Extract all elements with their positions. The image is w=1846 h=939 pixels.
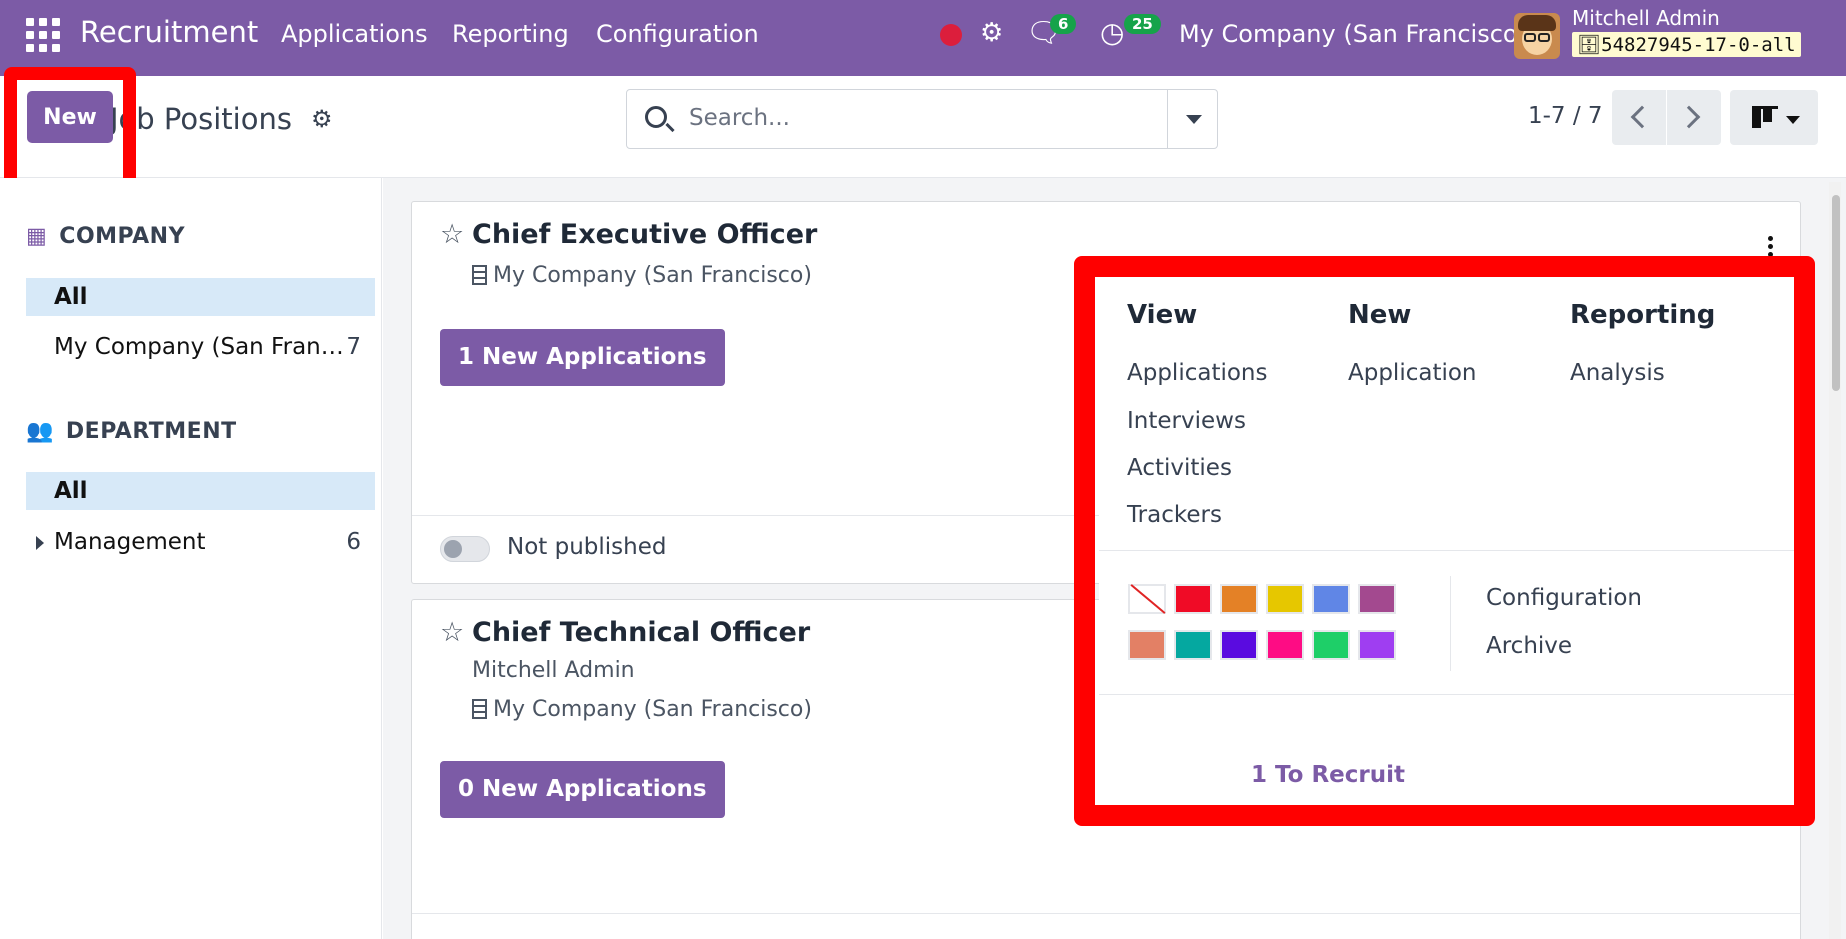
building-icon bbox=[472, 265, 487, 285]
menu-configuration[interactable]: Configuration bbox=[596, 20, 759, 48]
job-title[interactable]: Chief Executive Officer bbox=[472, 219, 817, 250]
activity-clock-icon[interactable]: ◷ bbox=[1100, 16, 1124, 49]
filter-label: All bbox=[54, 478, 88, 504]
gear-icon[interactable]: ⚙ bbox=[311, 105, 333, 133]
job-manager: Mitchell Admin bbox=[472, 658, 635, 683]
filter-department-management[interactable]: Management 6 bbox=[26, 523, 375, 561]
messages-badge: 6 bbox=[1050, 14, 1077, 34]
chevron-right-icon bbox=[1677, 105, 1701, 129]
pager-next-button[interactable] bbox=[1667, 90, 1721, 145]
user-name[interactable]: Mitchell Admin bbox=[1572, 6, 1720, 30]
company-heading: ▦ COMPANY bbox=[26, 224, 186, 249]
caret-right-icon[interactable] bbox=[36, 536, 44, 550]
filter-company-all[interactable]: All bbox=[26, 278, 375, 316]
building-icon: ▦ bbox=[26, 224, 48, 249]
view-switcher-button[interactable] bbox=[1730, 90, 1818, 145]
chevron-left-icon bbox=[1630, 105, 1654, 129]
card-footer bbox=[412, 913, 1800, 939]
department-heading: 👥 DEPARTMENT bbox=[26, 419, 237, 444]
job-company: My Company (San Francisco) bbox=[472, 697, 812, 722]
menu-reporting[interactable]: Reporting bbox=[452, 20, 569, 48]
filter-label: All bbox=[54, 284, 88, 310]
top-navbar: Recruitment Applications Reporting Confi… bbox=[0, 0, 1846, 76]
search-bar[interactable]: Search... bbox=[626, 89, 1218, 149]
caret-down-icon bbox=[1786, 116, 1800, 124]
users-icon: 👥 bbox=[26, 419, 54, 444]
database-label: 54827945-17-0-all bbox=[1601, 34, 1796, 56]
app-name[interactable]: Recruitment bbox=[80, 15, 258, 49]
search-input[interactable]: Search... bbox=[689, 105, 790, 131]
activities-badge: 25 bbox=[1124, 14, 1161, 34]
app-menu-grid-icon[interactable] bbox=[26, 18, 60, 52]
star-icon[interactable]: ☆ bbox=[440, 219, 464, 250]
highlight-box-new bbox=[4, 67, 136, 194]
user-avatar[interactable] bbox=[1514, 13, 1560, 59]
filter-count: 6 bbox=[346, 529, 361, 555]
control-panel: Job Positions ⚙ New Search... 1-7 / 7 bbox=[0, 76, 1846, 178]
job-company: My Company (San Francisco) bbox=[472, 263, 812, 288]
database-name: 🗄54827945-17-0-all bbox=[1572, 32, 1801, 57]
filter-label: My Company (San Fran… bbox=[54, 334, 344, 360]
filter-label: Management bbox=[54, 529, 206, 555]
search-icon bbox=[645, 106, 667, 128]
building-icon bbox=[472, 699, 487, 719]
menu-applications[interactable]: Applications bbox=[281, 20, 428, 48]
job-title[interactable]: Chief Technical Officer bbox=[472, 617, 810, 648]
pager-value[interactable]: 1-7 / 7 bbox=[1528, 103, 1603, 129]
publish-toggle[interactable] bbox=[440, 536, 490, 562]
company-switcher[interactable]: My Company (San Francisco) bbox=[1179, 20, 1527, 48]
scrollbar-thumb[interactable] bbox=[1832, 195, 1840, 391]
search-panel: ▦ COMPANY All My Company (San Fran… 7 👥 DE… bbox=[0, 178, 382, 939]
new-applications-button[interactable]: 1 New Applications bbox=[440, 329, 725, 386]
record-indicator-icon[interactable] bbox=[940, 24, 962, 46]
filter-company-my-company[interactable]: My Company (San Fran… 7 bbox=[26, 328, 375, 366]
highlight-box-dropdown bbox=[1074, 256, 1815, 826]
card-menu-kebab-icon[interactable] bbox=[1768, 236, 1773, 257]
bug-icon[interactable]: ⚙ bbox=[980, 18, 1003, 48]
new-applications-button[interactable]: 0 New Applications bbox=[440, 761, 725, 818]
pager-previous-button[interactable] bbox=[1612, 90, 1666, 145]
filter-count: 7 bbox=[346, 334, 361, 360]
search-options-toggle[interactable] bbox=[1167, 90, 1217, 148]
page-title: Job Positions bbox=[110, 102, 292, 136]
filter-department-all[interactable]: All bbox=[26, 472, 375, 510]
star-icon[interactable]: ☆ bbox=[440, 617, 464, 648]
publish-status: Not published bbox=[507, 534, 667, 560]
